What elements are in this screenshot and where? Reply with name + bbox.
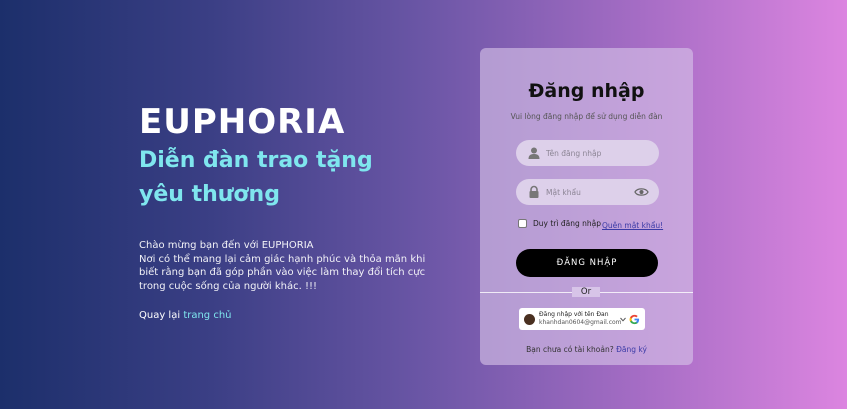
login-card: Đăng nhập Vui lòng đăng nhập để sử dụng …	[480, 48, 693, 365]
google-email: khanhdan0604@gmail.com	[539, 319, 622, 326]
chevron-down-icon[interactable]	[620, 317, 626, 322]
password-input[interactable]	[546, 187, 631, 197]
remember-label: Duy trì đăng nhập	[533, 219, 601, 228]
google-signin-button[interactable]: Đăng nhập với tên Đan khanhdan0604@gmail…	[519, 308, 645, 330]
user-icon	[528, 147, 540, 159]
username-input[interactable]	[546, 148, 631, 158]
back-home: Quay lại trang chủ	[139, 310, 439, 321]
signup-link[interactable]: Đăng ký	[616, 345, 647, 354]
eye-icon[interactable]	[634, 185, 649, 199]
brand-title: EUPHORIA	[139, 102, 346, 142]
google-signin-label: Đăng nhập với tên Đan	[539, 311, 609, 318]
remember-checkbox[interactable]	[518, 219, 527, 228]
avatar	[524, 313, 535, 325]
home-link[interactable]: trang chủ	[183, 310, 231, 321]
login-button[interactable]: ĐĂNG NHẬP	[516, 249, 658, 277]
lock-icon	[529, 185, 539, 198]
google-icon	[629, 314, 640, 325]
forgot-password-link[interactable]: Quên mật khẩu!	[602, 221, 663, 230]
welcome-text: Chào mừng bạn đến với EUPHORIA	[139, 240, 314, 251]
username-field[interactable]	[516, 140, 659, 166]
login-title: Đăng nhập	[528, 80, 645, 102]
or-separator: Or	[572, 287, 600, 297]
signup-prefix: Bạn chưa có tài khoản?	[526, 345, 614, 354]
description: Chào mừng bạn đến với EUPHORIA Nơi có th…	[139, 239, 429, 293]
password-field[interactable]	[516, 179, 659, 205]
tagline: Diễn đàn trao tặng yêu thương	[139, 148, 373, 207]
remember-me[interactable]: Duy trì đăng nhập	[518, 219, 601, 228]
hero-section: EUPHORIA Diễn đàn trao tặng yêu thương C…	[139, 100, 439, 321]
back-prefix: Quay lại	[139, 310, 181, 321]
signup-prompt: Bạn chưa có tài khoản? Đăng ký	[480, 345, 693, 354]
description-text: Nơi có thể mang lại cảm giác hạnh phúc v…	[139, 253, 426, 292]
login-subtitle: Vui lòng đăng nhập để sử dụng diễn đàn	[510, 112, 663, 121]
google-account: Đăng nhập với tên Đan khanhdan0604@gmail…	[539, 311, 622, 327]
